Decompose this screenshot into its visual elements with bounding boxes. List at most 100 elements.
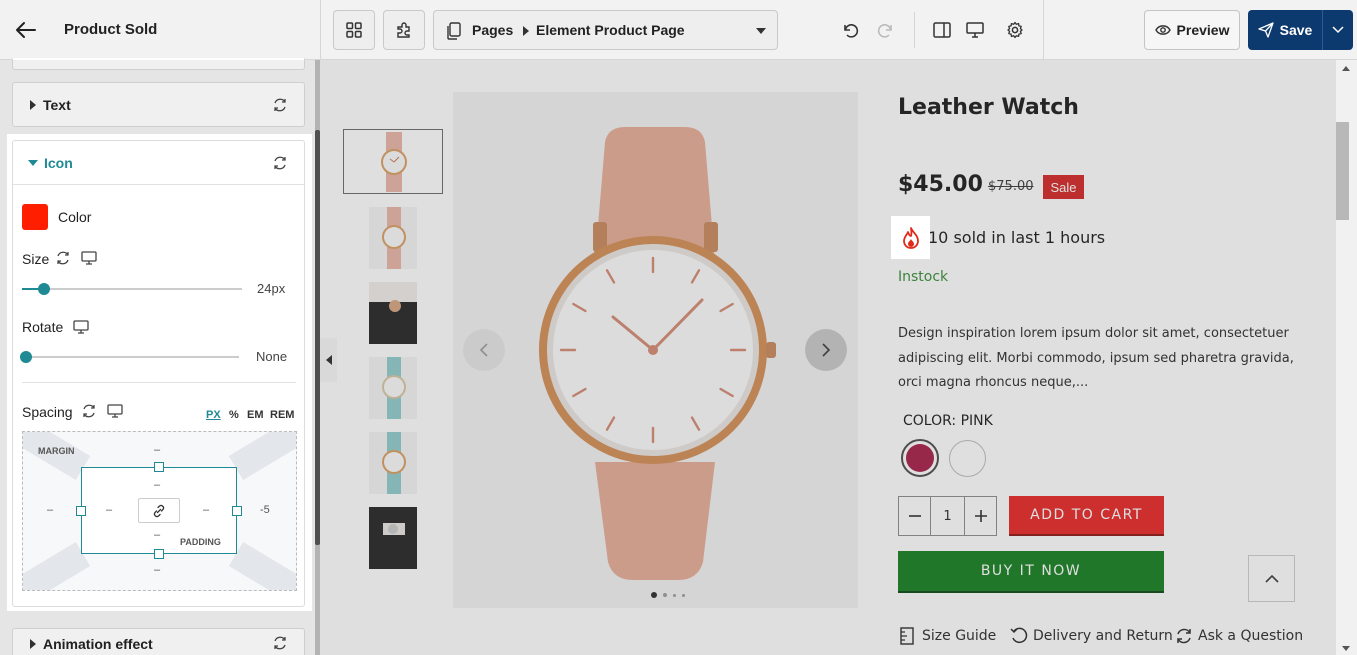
unit-em[interactable]: EM — [247, 409, 264, 421]
quantity-increase-button[interactable] — [964, 497, 996, 535]
unit-percent[interactable]: % — [229, 409, 239, 421]
padding-left-handle[interactable] — [76, 506, 86, 516]
back-arrow-icon[interactable] — [12, 16, 40, 44]
desktop-icon[interactable] — [963, 18, 987, 42]
gallery-dot[interactable] — [682, 593, 685, 597]
divider — [22, 382, 296, 383]
padding-bottom-value[interactable]: – — [154, 529, 160, 541]
quantity-decrease-button[interactable] — [899, 497, 931, 535]
size-guide-label: Size Guide — [922, 628, 997, 644]
watch-thumbnail-image — [381, 132, 407, 192]
section-animation-effect[interactable]: Animation effect — [12, 628, 305, 655]
redo-icon[interactable] — [874, 18, 898, 42]
swatch-pink[interactable] — [901, 439, 939, 477]
gallery-next-button[interactable] — [805, 329, 847, 371]
section-icon-header[interactable]: Icon — [13, 141, 304, 185]
thumbnail-3[interactable] — [369, 282, 417, 344]
buy-now-button[interactable]: BUY IT NOW — [898, 551, 1164, 593]
padding-right-value[interactable]: – — [203, 504, 209, 516]
add-to-cart-button[interactable]: ADD TO CART — [1009, 496, 1164, 536]
padding-top-value[interactable]: – — [154, 479, 160, 491]
ask-question-link[interactable]: Ask a Question — [1175, 627, 1303, 645]
color-option-value: PINK — [960, 413, 993, 429]
padding-top-handle[interactable] — [154, 462, 164, 472]
padding-left-value[interactable]: – — [106, 504, 112, 516]
page-title: Product Sold — [64, 21, 158, 38]
unit-rem[interactable]: REM — [270, 409, 294, 421]
gallery-dot[interactable] — [673, 593, 676, 597]
swatch-pink-fill — [906, 444, 934, 472]
padding-bottom-handle[interactable] — [154, 549, 164, 559]
desktop-icon[interactable] — [73, 320, 89, 334]
divider — [320, 0, 321, 60]
quantity-input[interactable]: 1 — [931, 497, 964, 535]
size-label: Size — [22, 251, 50, 267]
canvas-scrollbar-thumb[interactable] — [1336, 122, 1349, 220]
padding-right-handle[interactable] — [232, 506, 242, 516]
size-slider-thumb[interactable] — [38, 283, 50, 295]
swatch-white[interactable] — [949, 440, 986, 477]
reset-icon[interactable] — [81, 403, 97, 419]
product-title: Leather Watch — [898, 95, 1079, 120]
save-button[interactable]: Save — [1248, 10, 1322, 50]
thumbnail-selected[interactable] — [343, 129, 443, 194]
layout-grid-button[interactable] — [333, 10, 375, 50]
layout-panel-icon[interactable] — [930, 18, 954, 42]
quantity-stepper: 1 — [898, 496, 997, 536]
section-text-label: Text — [43, 97, 71, 113]
thumbnail-5[interactable] — [369, 432, 417, 494]
back-to-top-button[interactable] — [1248, 555, 1295, 602]
chevron-down-icon — [1332, 26, 1344, 34]
thumbnail-6[interactable] — [369, 507, 417, 569]
rotate-slider-thumb[interactable] — [20, 351, 32, 363]
delivery-return-label: Delivery and Return — [1033, 628, 1173, 644]
section-animation-label: Animation effect — [43, 636, 153, 652]
selected-element-highlight[interactable] — [891, 216, 930, 259]
size-slider-track[interactable] — [22, 283, 242, 295]
collapse-panel-button[interactable] — [320, 338, 337, 382]
spacing-box: MARGIN PADDING – – -5 – – – – – — [22, 431, 297, 591]
icon-color-swatch[interactable] — [22, 204, 48, 230]
thumbnail-4[interactable] — [369, 357, 417, 419]
plugin-button[interactable] — [383, 10, 425, 50]
section-text[interactable]: Text — [12, 82, 305, 127]
pages-icon — [447, 22, 461, 40]
wrist-thumbnail-image — [369, 282, 417, 344]
gallery-prev-button[interactable] — [463, 329, 505, 371]
link-icon — [153, 504, 165, 517]
color-option-key: COLOR: — [903, 413, 957, 429]
gallery-dot[interactable] — [663, 593, 667, 597]
rotate-value: None — [256, 349, 288, 364]
margin-bottom-value[interactable]: – — [154, 564, 160, 576]
compare-price: $75.00 — [988, 179, 1034, 194]
gallery-dot-active[interactable] — [651, 592, 657, 598]
chevron-left-icon — [479, 343, 488, 357]
settings-gear-icon[interactable] — [1003, 18, 1027, 42]
collapsed-section — [12, 58, 305, 70]
color-label: Color — [58, 209, 92, 225]
scroll-up-arrow-icon[interactable] — [1342, 66, 1350, 71]
refresh-question-icon — [1177, 628, 1191, 644]
scroll-down-arrow-icon[interactable] — [1342, 646, 1350, 651]
desktop-icon[interactable] — [81, 251, 97, 265]
save-options-button[interactable] — [1323, 10, 1353, 50]
unit-px[interactable]: PX — [206, 409, 221, 421]
page-selector[interactable]: Pages Element Product Page — [433, 10, 778, 50]
rotate-slider-track[interactable] — [20, 351, 239, 363]
chevron-right-icon — [822, 343, 831, 357]
preview-button[interactable]: Preview — [1144, 10, 1240, 50]
size-guide-link[interactable]: Size Guide — [898, 627, 996, 645]
delivery-return-link[interactable]: Delivery and Return — [1010, 627, 1173, 645]
size-value: 24px — [257, 281, 286, 296]
product-main-image[interactable] — [453, 92, 858, 608]
margin-top-value[interactable]: – — [154, 444, 160, 456]
link-values-button[interactable] — [138, 498, 180, 523]
reset-icon[interactable] — [55, 250, 71, 266]
caret-right-icon — [523, 26, 529, 36]
undo-icon[interactable] — [838, 18, 862, 42]
stock-status: Instock — [898, 269, 949, 285]
margin-right-value[interactable]: -5 — [260, 504, 270, 516]
margin-left-value[interactable]: – — [47, 504, 53, 516]
thumbnail-2[interactable] — [369, 207, 417, 269]
desktop-icon[interactable] — [107, 404, 123, 418]
